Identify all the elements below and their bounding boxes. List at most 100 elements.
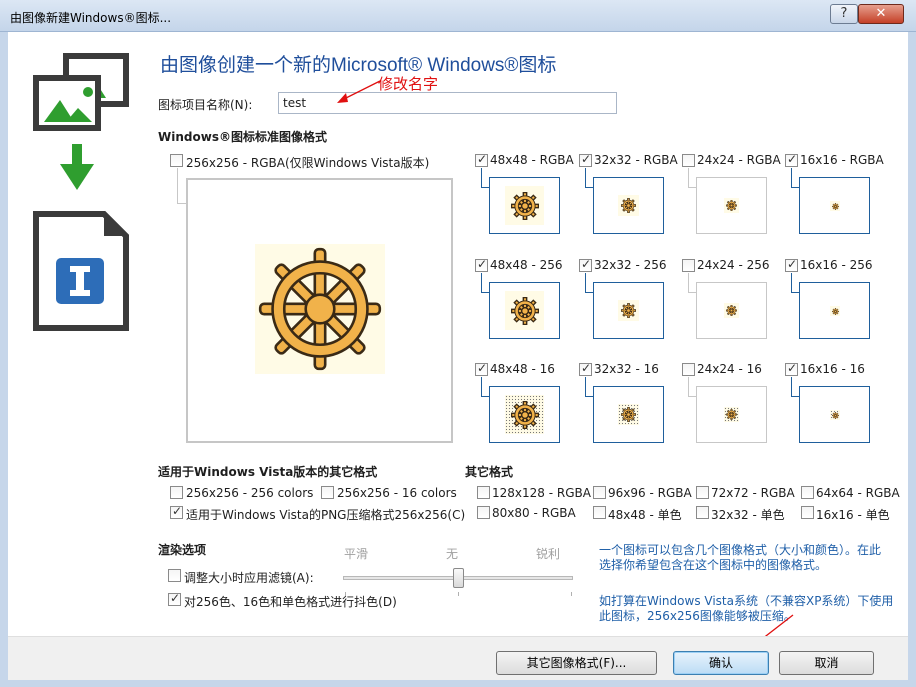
preview-24x24-16 xyxy=(696,386,767,443)
window-frame-left xyxy=(0,32,8,687)
info-text-formats: 一个图标可以包含几个图像格式（大小和颜色）。在此 选择你希望包含在这个图标中的图… xyxy=(599,543,881,573)
checkbox-other-16x16-单色[interactable] xyxy=(801,506,814,519)
close-button[interactable]: ✕ xyxy=(858,4,904,24)
render-options-title: 渲染选项 xyxy=(158,543,207,557)
window-frame-right xyxy=(908,32,916,687)
preview-16x16-rgba xyxy=(799,177,870,234)
down-arrow-icon xyxy=(60,144,94,190)
checkbox-24x24-256[interactable] xyxy=(682,259,695,272)
checkbox-vista-png[interactable] xyxy=(170,504,183,519)
ship-wheel-icon xyxy=(505,186,544,225)
checkbox-other-48x48-单色-label: 48x48 - 单色 xyxy=(608,508,682,522)
ship-wheel-icon xyxy=(724,407,739,422)
checkbox-16x16-256[interactable] xyxy=(785,257,798,272)
checkbox-dither[interactable] xyxy=(168,591,181,606)
checkbox-24x24-rgba[interactable] xyxy=(682,154,695,167)
other-image-formats-button[interactable]: 其它图像格式(F)... xyxy=(496,651,657,675)
checkbox-other-72x72-rgba[interactable] xyxy=(696,486,709,499)
checkbox-resize-filter[interactable] xyxy=(168,569,181,582)
checkbox-other-96x96-rgba-label: 96x96 - RGBA xyxy=(608,486,692,500)
ship-wheel-icon xyxy=(255,244,385,374)
checkbox-other-16x16-单色-label: 16x16 - 单色 xyxy=(816,508,890,522)
standard-formats-title: Windows®图标标准图像格式 xyxy=(158,130,327,144)
info-text-formats-line: 选择你希望包含在这个图标中的图像格式。 xyxy=(599,558,828,572)
annotation-arrow-icon xyxy=(337,80,381,103)
checkbox-other-128x128-rgba-label: 128x128 - RGBA xyxy=(492,486,591,500)
checkbox-other-128x128-rgba[interactable] xyxy=(477,486,490,499)
checkbox-32x32-256[interactable] xyxy=(579,257,592,272)
preview-48x48-256 xyxy=(489,282,560,339)
slider-smooth-label: 平滑 xyxy=(344,547,369,561)
ship-wheel-icon xyxy=(618,300,639,321)
checkbox-vista-16colors-label: 256x256 - 16 colors xyxy=(337,486,457,500)
checkbox-256-rgba[interactable] xyxy=(170,154,183,167)
checkbox-vista-256colors-label: 256x256 - 256 colors xyxy=(186,486,314,500)
preview-32x32-rgba xyxy=(593,177,664,234)
window-frame-bottom xyxy=(0,680,916,687)
checkbox-24x24-rgba-label: 24x24 - RGBA xyxy=(697,153,781,167)
checkbox-vista-256colors[interactable] xyxy=(170,486,183,499)
slider-none-label: 无 xyxy=(446,547,459,561)
checkbox-48x48-16-label: 48x48 - 16 xyxy=(490,362,555,376)
info-text-vista-line: 如打算在Windows Vista系统（不兼容XP系统）下使用 xyxy=(599,594,894,608)
rename-annotation: 修改名字 xyxy=(378,75,439,93)
image-stack-icon xyxy=(33,53,129,131)
button-bar xyxy=(8,636,908,680)
slider-tick xyxy=(458,592,459,596)
preview-24x24-rgba xyxy=(696,177,767,234)
checkbox-16x16-rgba[interactable] xyxy=(785,152,798,167)
checkbox-32x32-rgba[interactable] xyxy=(579,152,592,167)
checkbox-16x16-256-label: 16x16 - 256 xyxy=(800,258,873,272)
ship-wheel-icon xyxy=(618,195,639,216)
slider-tick xyxy=(571,592,572,596)
checkbox-16x16-16-label: 16x16 - 16 xyxy=(800,362,865,376)
checkbox-24x24-256-label: 24x24 - 256 xyxy=(697,258,770,272)
checkbox-other-80x80-rgba-label: 80x80 - RGBA xyxy=(492,506,576,520)
window-title: 由图像新建Windows®图标... xyxy=(10,11,172,25)
preview-48x48-16 xyxy=(489,386,560,443)
other-formats-title: 其它格式 xyxy=(465,465,514,479)
ship-wheel-icon xyxy=(505,291,544,330)
ship-wheel-icon xyxy=(830,306,840,316)
ship-wheel-icon xyxy=(830,410,840,420)
checkbox-32x32-16-label: 32x32 - 16 xyxy=(594,362,659,376)
ship-wheel-icon xyxy=(618,404,639,425)
checkbox-other-64x64-rgba[interactable] xyxy=(801,486,814,499)
filter-slider-thumb[interactable] xyxy=(453,568,464,588)
info-text-formats-line: 一个图标可以包含几个图像格式（大小和颜色）。在此 xyxy=(599,543,882,557)
checkbox-48x48-256[interactable] xyxy=(475,257,488,272)
title-bar[interactable]: 由图像新建Windows®图标... ? ✕ xyxy=(0,0,916,32)
checkbox-other-80x80-rgba[interactable] xyxy=(477,506,490,519)
checkbox-dither-label: 对256色、16色和单色格式进行抖色(D) xyxy=(184,595,397,609)
checkbox-other-48x48-单色[interactable] xyxy=(593,506,606,519)
icon-name-input[interactable]: test xyxy=(278,92,617,114)
ship-wheel-icon xyxy=(724,303,739,318)
checkbox-24x24-16[interactable] xyxy=(682,363,695,376)
checkbox-other-32x32-单色[interactable] xyxy=(696,506,709,519)
checkbox-32x32-16[interactable] xyxy=(579,361,592,376)
preview-16x16-256 xyxy=(799,282,870,339)
checkbox-16x16-rgba-label: 16x16 - RGBA xyxy=(800,153,884,167)
checkbox-other-96x96-rgba[interactable] xyxy=(593,486,606,499)
checkbox-48x48-rgba[interactable] xyxy=(475,152,488,167)
ship-wheel-icon xyxy=(830,201,840,211)
dialog-heading: 由图像创建一个新的Microsoft® Windows®图标 xyxy=(160,55,557,76)
checkbox-16x16-16[interactable] xyxy=(785,361,798,376)
checkbox-vista-16colors[interactable] xyxy=(321,486,334,499)
checkbox-resize-filter-label: 调整大小时应用滤镜(A): xyxy=(184,571,314,585)
checkbox-other-72x72-rgba-label: 72x72 - RGBA xyxy=(711,486,795,500)
cancel-button[interactable]: 取消 xyxy=(779,651,874,675)
checkbox-other-32x32-单色-label: 32x32 - 单色 xyxy=(711,508,785,522)
image-to-icon-illustration xyxy=(33,53,129,331)
ok-button[interactable]: 确认 xyxy=(673,651,769,675)
preview-24x24-256 xyxy=(696,282,767,339)
preview-256 xyxy=(186,178,453,443)
help-button[interactable]: ? xyxy=(830,4,858,24)
checkbox-32x32-rgba-label: 32x32 - RGBA xyxy=(594,153,678,167)
checkbox-48x48-16[interactable] xyxy=(475,361,488,376)
ship-wheel-icon xyxy=(505,395,544,434)
slider-tick xyxy=(345,592,346,596)
checkbox-other-64x64-rgba-label: 64x64 - RGBA xyxy=(816,486,900,500)
document-icon xyxy=(33,211,129,331)
checkbox-32x32-256-label: 32x32 - 256 xyxy=(594,258,667,272)
